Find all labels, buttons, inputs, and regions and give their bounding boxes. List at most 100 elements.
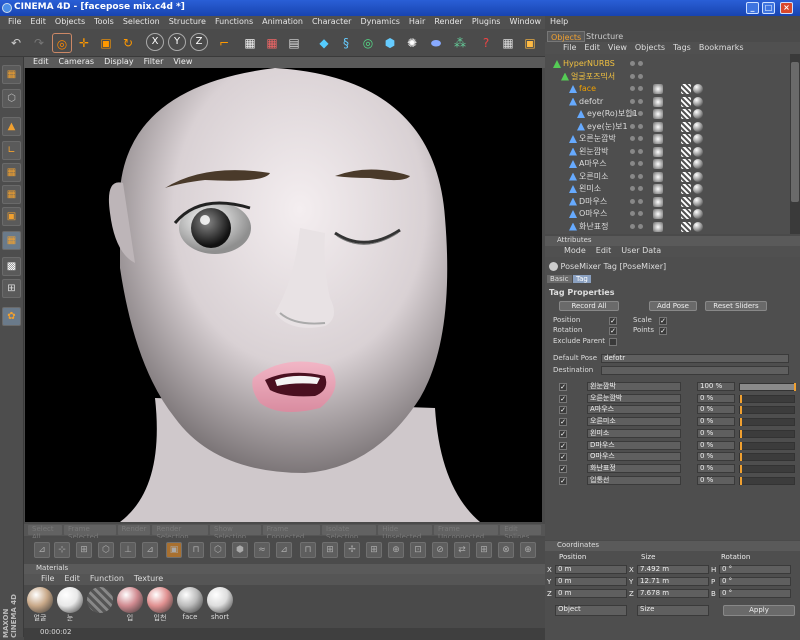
tab-basic[interactable]: Basic <box>547 275 572 283</box>
size-mode-select[interactable]: Size <box>637 605 709 616</box>
viewport-menu-item-2[interactable]: Display <box>99 57 139 68</box>
palette-tool-icon[interactable]: ⊹ <box>54 542 70 558</box>
editor-visibility-dot[interactable] <box>630 98 635 104</box>
size-field[interactable]: 7.492 m <box>637 565 709 574</box>
palette-tool-icon[interactable]: ▣ <box>166 542 182 558</box>
render-visibility-dot[interactable] <box>638 61 643 66</box>
pose-slider-knob[interactable] <box>740 406 742 415</box>
material-tag-icon[interactable] <box>693 96 703 107</box>
object-row[interactable]: face <box>545 83 790 95</box>
tag-icon[interactable] <box>653 84 663 94</box>
menu-item-6[interactable]: Functions <box>211 16 258 29</box>
render-visibility-dot[interactable] <box>638 73 643 79</box>
position-field[interactable]: 0 m <box>555 589 627 598</box>
attributes-menu-item-1[interactable]: Edit <box>591 246 617 257</box>
menu-item-14[interactable]: Help <box>546 16 573 29</box>
material-tag-icon[interactable] <box>693 159 703 169</box>
texture-tag-icon[interactable] <box>681 134 691 144</box>
default-pose-field[interactable]: defotr <box>601 354 789 363</box>
pose-name-field[interactable]: O마우스 <box>587 452 681 462</box>
materials-menu-item-3[interactable]: Texture <box>129 574 168 585</box>
pose-enable-checkbox[interactable]: ✓ <box>559 464 567 473</box>
3d-viewport[interactable] <box>25 68 542 522</box>
render-view-icon[interactable]: ▦ <box>240 33 260 53</box>
texture-tag-icon[interactable] <box>681 184 691 194</box>
close-button[interactable]: × <box>780 2 793 14</box>
material-tag-icon[interactable] <box>693 209 703 219</box>
pose-value-field[interactable]: 0 % <box>697 463 735 473</box>
viewport-menu-item-4[interactable]: View <box>168 57 197 68</box>
pose-value-field[interactable]: 0 % <box>697 440 735 450</box>
palette-tool-icon[interactable]: ⊓ <box>300 542 316 558</box>
particles-icon[interactable]: ⁂ <box>450 33 470 53</box>
render-visibility-dot[interactable] <box>638 211 643 216</box>
pose-slider-knob[interactable] <box>740 429 742 438</box>
object-row[interactable]: defotr <box>545 96 790 108</box>
palette-tool-icon[interactable]: ⇄ <box>454 542 470 558</box>
pose-enable-checkbox[interactable]: ✓ <box>559 418 567 427</box>
pose-enable-checkbox[interactable]: ✓ <box>559 441 567 450</box>
z-axis-icon[interactable]: Z <box>190 33 208 51</box>
material-swatch[interactable]: 눈 <box>56 587 84 625</box>
tab-tag[interactable]: Tag <box>573 275 591 283</box>
pose-value-field[interactable]: 100 % <box>697 382 735 391</box>
pose-enable-checkbox[interactable]: ✓ <box>559 383 567 391</box>
texture-tag-icon[interactable] <box>681 109 691 119</box>
scene-icon[interactable]: ⬬ <box>426 33 446 53</box>
rotation-checkbox[interactable]: ✓ <box>609 327 617 335</box>
palette-tool-icon[interactable]: ✢ <box>344 542 360 558</box>
material-tag-icon[interactable] <box>693 109 703 119</box>
x-axis-icon[interactable]: X <box>146 33 164 51</box>
material-tag-icon[interactable] <box>693 184 703 194</box>
texture-tag-icon[interactable] <box>681 84 691 94</box>
palette-tool-icon[interactable]: ⊞ <box>476 542 492 558</box>
coord-mode-select[interactable]: Object <box>555 605 627 616</box>
object-menu-item-4[interactable]: Tags <box>669 42 695 54</box>
scale-checkbox[interactable]: ✓ <box>659 317 667 325</box>
edges-mode-icon[interactable]: ∟ <box>2 141 21 160</box>
rotate-icon[interactable]: ↻ <box>118 33 138 53</box>
menu-item-2[interactable]: Objects <box>51 16 90 29</box>
pose-slider[interactable] <box>739 453 795 462</box>
pose-slider[interactable] <box>739 418 795 427</box>
spline-icon[interactable]: § <box>336 33 356 53</box>
menu-item-1[interactable]: Edit <box>26 16 51 29</box>
render-visibility-dot[interactable] <box>638 136 643 141</box>
tag-icon[interactable] <box>653 196 663 207</box>
pose-value-field[interactable]: 0 % <box>697 405 735 415</box>
menu-item-5[interactable]: Structure <box>165 16 211 29</box>
material-swatch[interactable]: short <box>206 587 234 625</box>
rotation-field[interactable]: 0 ° <box>719 565 791 574</box>
object-row[interactable]: A마우스 <box>545 158 790 170</box>
palette-tool-icon[interactable]: ≈ <box>254 542 270 558</box>
material-tag-icon[interactable] <box>693 134 703 144</box>
palette-tool-icon[interactable]: ⊡ <box>410 542 426 558</box>
editor-visibility-dot[interactable] <box>630 86 635 91</box>
pose-slider[interactable] <box>739 464 795 473</box>
render-visibility-dot[interactable] <box>638 86 643 91</box>
object-row[interactable]: eye(Ro)보합1 <box>545 108 790 120</box>
material-swatch[interactable]: 입천 <box>146 587 174 625</box>
object-row[interactable]: HyperNURBS <box>545 58 790 70</box>
materials-menu-item-1[interactable]: Edit <box>59 574 85 585</box>
object-row[interactable]: 얼굴포즈믹서 <box>545 71 790 83</box>
menu-item-0[interactable]: File <box>4 16 26 29</box>
scale-icon[interactable]: ▣ <box>96 33 116 53</box>
render-settings-icon[interactable]: ▤ <box>284 33 304 53</box>
material-tag-icon[interactable] <box>693 171 703 182</box>
minimize-button[interactable]: _ <box>746 2 759 14</box>
menu-item-11[interactable]: Render <box>430 16 467 29</box>
material-tag-icon[interactable] <box>693 221 703 232</box>
object-tree-scrollbar[interactable] <box>790 54 800 234</box>
pose-value-field[interactable]: 0 % <box>697 452 735 462</box>
editor-visibility-dot[interactable] <box>630 161 635 166</box>
object-row[interactable]: 왼눈깜박 <box>545 146 790 158</box>
pose-name-field[interactable]: 입통선 <box>587 475 681 485</box>
size-field[interactable]: 7.678 m <box>637 589 709 598</box>
pose-name-field[interactable]: 화난표정 <box>587 463 681 473</box>
render-visibility-dot[interactable] <box>638 173 643 179</box>
menu-item-12[interactable]: Plugins <box>468 16 506 29</box>
tag-icon[interactable] <box>653 184 663 194</box>
menu-item-3[interactable]: Tools <box>90 16 119 29</box>
position-field[interactable]: 0 m <box>555 565 627 574</box>
